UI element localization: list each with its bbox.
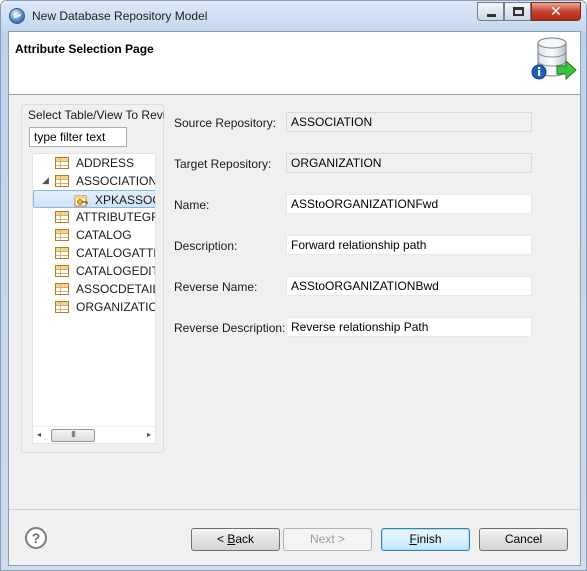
table-icon [55,211,69,223]
minimize-icon [487,14,496,17]
table-tree[interactable]: ADDRESS ◢ ASSOCIATION XPKASSOCI ATTRIBUT… [32,153,156,444]
app-icon [9,8,25,24]
table-icon [55,157,69,169]
reverse-name-label: Reverse Name: [174,280,258,294]
table-icon [55,247,69,259]
tree-item-label: ORGANIZATIOI [76,300,156,314]
tree-item-label: XPKASSOCI [95,193,155,207]
dialog-window: New Database Repository Model ✕ Attribut… [0,0,587,571]
minimize-button[interactable] [477,2,504,21]
reverse-description-label: Reverse Description: [174,321,286,335]
description-label: Description: [174,239,238,253]
tree-item-label: CATALOGEDITI [76,264,156,278]
back-button[interactable]: < Back [191,528,280,551]
scroll-right-icon[interactable]: ▸ [147,430,151,439]
table-icon [55,175,69,187]
help-icon: ? [31,530,41,546]
dialog-client-area: Attribute Selection Page Select Table/Vi… [8,31,581,566]
close-icon: ✕ [550,4,562,20]
name-label: Name: [174,198,210,212]
table-selection-label: Select Table/View To Revi [26,108,164,122]
table-icon [55,229,69,241]
finish-rest: inish [416,532,442,546]
back-prefix: < [216,532,228,546]
table-icon [55,265,69,277]
source-repository-label: Source Repository: [174,116,277,130]
target-repository-label: Target Repository: [174,157,272,171]
table-icon [55,283,69,295]
finish-button[interactable]: Finish [381,528,470,551]
target-repository-field: ORGANIZATION [286,153,532,173]
scroll-thumb[interactable]: III [51,429,95,442]
footer-separator [9,509,580,510]
reverse-name-input[interactable]: ASStoORGANIZATIONBwd [286,276,532,296]
title-bar[interactable]: New Database Repository Model ✕ [1,1,586,31]
scroll-left-icon[interactable]: ◂ [37,430,41,439]
source-repository-field: ASSOCIATION [286,112,532,132]
tree-item-xpkassoci[interactable]: XPKASSOCI [33,190,155,208]
database-info-arrow-icon [531,37,577,81]
help-button[interactable]: ? [25,527,47,549]
tree-item-label: CATALOG [76,228,132,242]
window-title: New Database Repository Model [32,9,208,23]
maximize-button[interactable] [504,2,531,21]
tree-item-label: ASSOCIATION [76,174,156,188]
wizard-banner: Attribute Selection Page [9,32,580,95]
description-input[interactable]: Forward relationship path [286,235,532,255]
cancel-button[interactable]: Cancel [479,528,568,551]
tree-item-label: ADDRESS [76,156,135,170]
tree-item-label: ATTRIBUTEGRO [76,210,155,224]
filter-input[interactable] [29,127,127,147]
next-button[interactable]: Next > [283,528,372,551]
primary-key-icon [74,195,88,207]
name-input[interactable]: ASStoORGANIZATIONFwd [286,194,532,214]
finish-mnemonic: F [409,532,417,546]
tree-item-label: ASSOCDETAIL [76,282,156,296]
tree-item-label: CATALOGATTF [76,246,156,260]
maximize-icon [513,7,524,16]
close-button[interactable]: ✕ [531,2,581,21]
table-icon [55,301,69,313]
horizontal-scrollbar[interactable]: ◂ III ▸ [33,426,155,443]
back-rest: ack [235,532,255,546]
tree-item-association[interactable]: ◢ ASSOCIATION [33,172,156,190]
reverse-description-input[interactable]: Reverse relationship Path [286,317,532,337]
page-title: Attribute Selection Page [15,42,154,56]
expanded-triangle-icon[interactable]: ◢ [42,172,49,190]
